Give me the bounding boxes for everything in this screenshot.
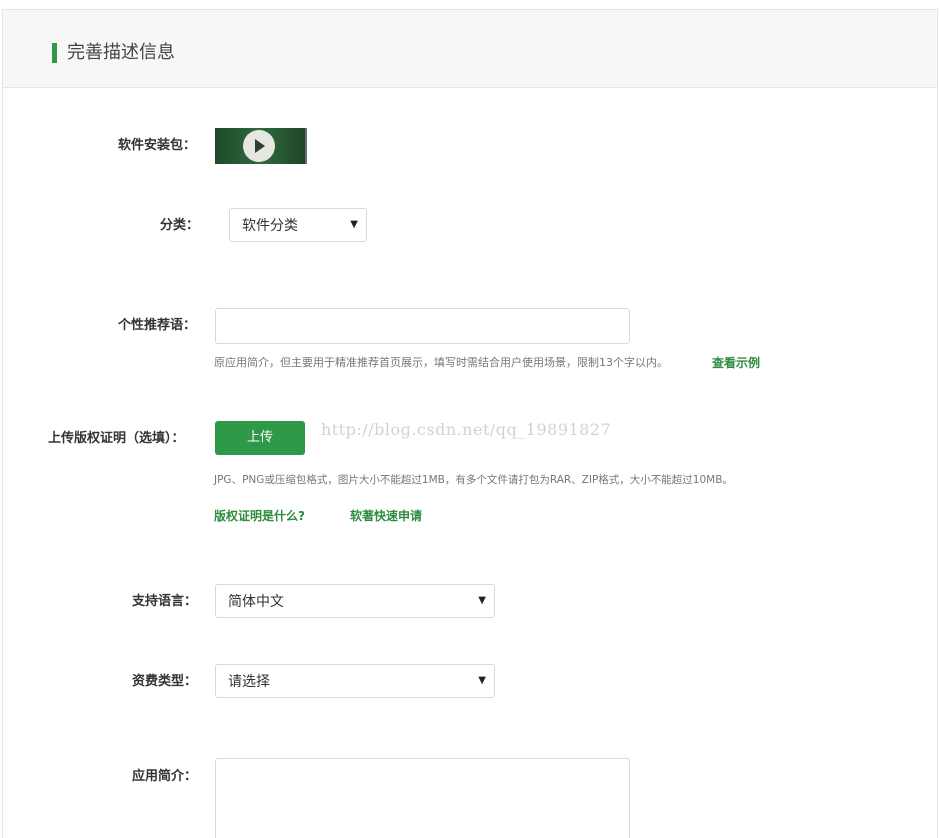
recommend-label: 个性推荐语： [118,318,197,333]
language-select[interactable]: 简体中文 ▼ [215,584,495,618]
quick-apply-link[interactable]: 软著快速申请 [350,508,422,524]
fee-select-value: 请选择 [228,674,270,690]
what-is-copyright-link[interactable]: 版权证明是什么? [214,508,305,524]
category-select[interactable]: 软件分类 ▼ [229,208,367,242]
fee-select[interactable]: 请选择 ▼ [215,664,495,698]
dropdown-arrow-icon: ▼ [350,219,358,230]
package-label: 软件安装包： [118,138,197,153]
section-header: 完善描述信息 [3,10,937,88]
intro-textarea[interactable] [215,758,630,838]
play-button[interactable] [243,130,275,162]
play-icon [255,139,265,153]
language-label: 支持语言： [132,594,198,609]
copyright-hint: JPG、PNG或压缩包格式，图片大小不能超过1MB，有多个文件请打包为RAR、Z… [214,474,733,486]
copyright-label: 上传版权证明（选填）： [48,431,185,446]
language-select-value: 简体中文 [228,594,284,610]
view-example-link[interactable]: 查看示例 [712,355,760,371]
category-label: 分类： [160,218,200,233]
fee-label: 资费类型： [132,674,198,689]
category-select-value: 软件分类 [242,218,298,234]
package-thumbnail[interactable] [215,128,307,164]
recommend-hint: 原应用简介，但主要用于精准推荐首页展示，填写时需结合用户使用场景，限制13个字以… [214,356,668,369]
form-card: 完善描述信息 软件安装包： 分类： 软件分类 ▼ 个性推荐语： 原应用简介，但主… [2,9,938,838]
page: 完善描述信息 软件安装包： 分类： 软件分类 ▼ 个性推荐语： 原应用简介，但主… [0,0,940,838]
watermark-url: http://blog.csdn.net/qq_19891827 [321,420,612,439]
section-title: 完善描述信息 [67,42,175,63]
upload-button[interactable]: 上传 [215,421,305,455]
dropdown-arrow-icon: ▼ [478,595,486,606]
intro-label: 应用简介： [132,769,198,784]
recommend-input[interactable] [215,308,630,344]
header-accent-bar [52,43,57,63]
dropdown-arrow-icon: ▼ [478,675,486,686]
